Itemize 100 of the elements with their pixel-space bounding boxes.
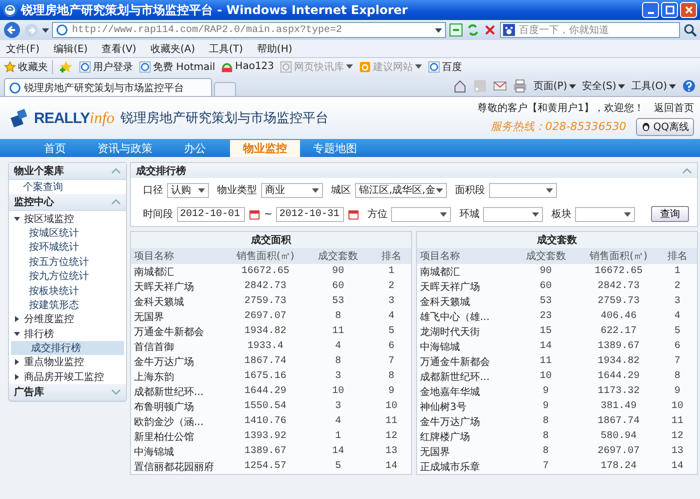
table-cell-text: 60: [538, 281, 553, 292]
table-cell-text: 381.49: [600, 401, 638, 412]
sidebar-item[interactable]: 商品房开竣工监控: [9, 370, 126, 384]
dropdown-field[interactable]: [483, 206, 544, 222]
table-cell-text: 2842.73: [243, 281, 288, 292]
sidebar-item[interactable]: 成交排行榜: [11, 340, 124, 356]
column-header: 销售面积(㎡): [588, 250, 648, 263]
maximize-button[interactable]: [661, 2, 678, 18]
menu-item[interactable]: 查看(V): [102, 42, 136, 56]
add-favorite-icon[interactable]: [59, 60, 73, 74]
back-icon[interactable]: [3, 21, 21, 39]
search-field[interactable]: 百度一下，你就知道: [500, 22, 680, 38]
chevron-icon[interactable]: [682, 168, 692, 174]
sidebar-item[interactable]: 按区域监控: [9, 211, 126, 226]
sidebar-item[interactable]: 分维度监控: [9, 312, 126, 327]
table-cell-text: 正成城市乐章: [419, 460, 481, 474]
favorite-link[interactable]: 百度: [428, 60, 462, 74]
search-icon[interactable]: [683, 23, 697, 37]
sidebar-item[interactable]: 按环城统计: [9, 240, 126, 255]
sidebar-section-header[interactable]: 监控中心: [9, 194, 126, 212]
table-cell-text: 南城都汇: [419, 266, 461, 278]
table-cell-text: 6: [387, 341, 396, 352]
help-icon[interactable]: [682, 79, 696, 93]
menu-item[interactable]: 编辑(E): [54, 42, 88, 56]
site-title: 锐理房地产研究策划与市场监控平台: [120, 110, 329, 127]
caret-icon[interactable]: [42, 28, 49, 32]
table-cell-text: 万通金牛新都会: [419, 356, 491, 368]
dropdown-field[interactable]: [575, 206, 636, 222]
table-cell-text: 11: [331, 326, 346, 337]
printer-icon[interactable]: [513, 79, 528, 93]
command-menu[interactable]: 安全(S): [582, 79, 626, 93]
table-cell-text: 1644.29: [243, 386, 288, 397]
sidebar-item[interactable]: 按城区统计: [9, 226, 126, 240]
favorite-link[interactable]: 用户登录: [79, 60, 133, 74]
menu-item[interactable]: 收藏夹(A): [150, 42, 195, 56]
caret-icon: [440, 212, 448, 216]
dropdown-field[interactable]: [391, 206, 452, 222]
date-field[interactable]: 2012-10-01: [177, 206, 245, 222]
address-field[interactable]: http://www.rap114.com/RAP2.0/main.aspx?type=2: [52, 22, 446, 38]
command-menu[interactable]: 工具(O): [631, 79, 676, 93]
sidebar-item[interactable]: 个案查询: [9, 180, 126, 194]
table-cell-text: 欧韵金沙（涵...: [133, 416, 205, 428]
command-menu[interactable]: 页面(P): [533, 79, 576, 93]
qq-button[interactable]: QQ离线: [636, 118, 694, 136]
nav-tab[interactable]: 首页: [20, 140, 90, 157]
table-cell-text: 23: [538, 311, 553, 322]
query-button[interactable]: 查询: [651, 206, 689, 222]
table-cell-text: 金地嘉年华城: [419, 386, 481, 398]
table-cell-text: 8: [673, 371, 682, 382]
sidebar-item[interactable]: 按建筑形态: [9, 298, 126, 312]
favorite-link[interactable]: 免费 Hotmail: [139, 60, 216, 74]
table-cell-text: 11: [384, 416, 398, 427]
sidebar-item[interactable]: 按五方位统计: [9, 254, 126, 269]
browser-tab[interactable]: 锐理房地产研究策划与市场监控平台: [4, 78, 212, 96]
stop-icon[interactable]: [483, 23, 497, 37]
table-cell-text: 9: [542, 386, 550, 397]
nav-tab[interactable]: 资讯与政策: [90, 140, 160, 157]
table-cell-text: 置信丽都花园丽府: [133, 460, 215, 474]
table-cell-text: 11: [670, 416, 684, 427]
mail-icon[interactable]: [493, 79, 508, 93]
filter-label: 口径: [143, 184, 163, 197]
calendar-icon[interactable]: [348, 208, 360, 220]
table-cell-text: 8: [542, 446, 550, 457]
dropdown-field[interactable]: [489, 182, 557, 198]
sidebar-item[interactable]: 重点物业监控: [9, 355, 126, 370]
menu-item[interactable]: 帮助(H): [256, 42, 292, 56]
sidebar-section-header[interactable]: 广告库: [9, 384, 126, 402]
table-cell-text: 13: [670, 446, 684, 457]
table-cell-text: 2759.73: [243, 296, 288, 307]
table-cell-text: 14: [331, 446, 346, 457]
sidebar-item[interactable]: 按板块统计: [9, 283, 126, 298]
home-link[interactable]: 返回首页: [654, 100, 694, 114]
column-header: 销售面积(㎡): [235, 250, 296, 263]
calendar-icon[interactable]: [249, 208, 260, 220]
table-cell-text: 龙湖时代天街: [419, 326, 481, 338]
table-cell-text: 4: [334, 341, 342, 352]
table-cell-text: 南城都汇: [133, 266, 175, 278]
dropdown-field[interactable]: 认购: [167, 182, 209, 198]
sidebar-section-header[interactable]: 物业个案库: [9, 163, 126, 180]
sidebar-item[interactable]: 排行榜: [9, 326, 126, 341]
dropdown-field[interactable]: 锦江区,成华区,金: [355, 182, 447, 198]
close-button[interactable]: [680, 2, 697, 18]
menu-item[interactable]: 文件(F): [6, 42, 40, 56]
table-cell-text: 622.17: [600, 326, 638, 337]
minimize-button[interactable]: [642, 2, 659, 18]
table-cell-text: 布鲁明顿广场: [133, 400, 195, 414]
favorites-button[interactable]: 收藏夹: [4, 60, 53, 74]
refresh-icon[interactable]: [466, 23, 480, 37]
home-icon[interactable]: [453, 79, 468, 93]
nav-tab[interactable]: 办公: [160, 140, 230, 157]
table-cell-text: 1934.82: [596, 356, 641, 367]
menu-item[interactable]: 工具(T): [209, 42, 243, 56]
table-cell-text: 53: [331, 296, 346, 307]
filter-label: 板块: [551, 208, 572, 221]
dropdown-field[interactable]: 商业: [261, 182, 323, 198]
table-cell-text: 神仙树3号: [419, 400, 468, 414]
nav-tab[interactable]: 专题地图: [300, 140, 370, 157]
favorite-link[interactable]: Hao123: [221, 60, 274, 72]
date-field[interactable]: 2012-10-31: [276, 206, 344, 222]
sidebar-item[interactable]: 按九方位统计: [9, 268, 126, 284]
